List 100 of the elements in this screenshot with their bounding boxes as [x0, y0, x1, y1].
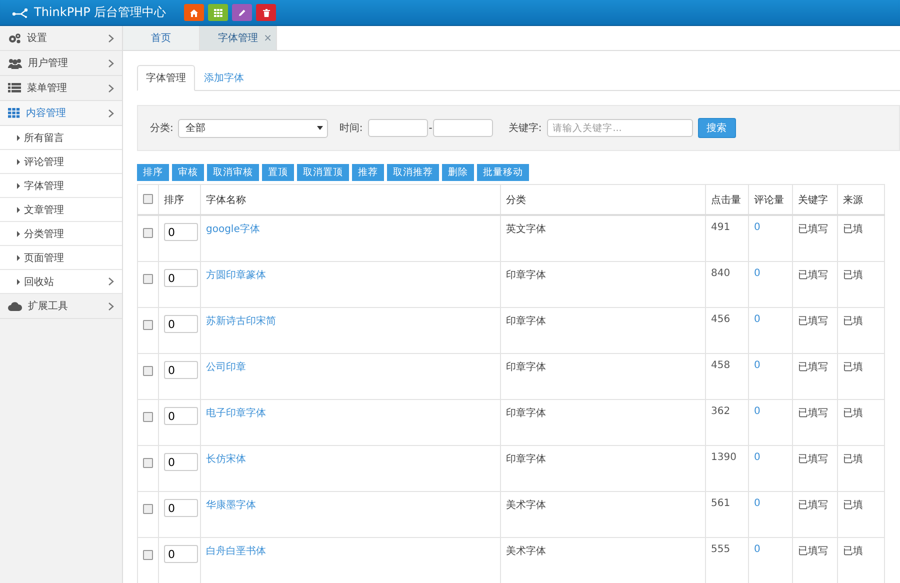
row-checkbox[interactable] [143, 320, 153, 330]
subitem-label: 所有留言 [24, 132, 64, 144]
sidebar-subitem[interactable]: 评论管理 [0, 150, 122, 174]
sidebar-label: 用户管理 [28, 56, 69, 70]
font-name-link[interactable]: 白舟白垩书体 [206, 546, 266, 557]
row-checkbox[interactable] [143, 228, 153, 238]
keyword-cell: 已填写 [798, 362, 828, 373]
keyword-cell: 已填写 [798, 316, 828, 327]
category-select[interactable]: 全部 [178, 118, 328, 138]
font-name-link[interactable]: google字体 [206, 224, 260, 235]
column-header: 字体名称 [206, 194, 246, 206]
clicks-cell: 555 [711, 544, 730, 555]
sidebar-subitem[interactable]: 字体管理 [0, 174, 122, 198]
row-checkbox[interactable] [143, 274, 153, 284]
font-name-link[interactable]: 长仿宋体 [206, 454, 246, 465]
font-name-link[interactable]: 苏新诗古印宋简 [206, 316, 276, 327]
page-tab[interactable]: 字体管理 × [200, 26, 277, 50]
sort-field[interactable]: 0 [164, 223, 198, 241]
trash-button[interactable] [256, 4, 276, 21]
caret-icon [17, 230, 20, 236]
comments-link[interactable]: 0 [754, 452, 760, 463]
category-cell: 美术字体 [506, 546, 546, 557]
close-icon[interactable]: × [264, 32, 272, 44]
clicks-cell: 561 [711, 498, 730, 509]
comments-link[interactable]: 0 [754, 268, 760, 279]
action-button[interactable]: 删除 [442, 164, 474, 181]
action-button[interactable]: 置顶 [262, 164, 294, 181]
action-button[interactable]: 取消审核 [207, 164, 259, 181]
chevron-right-icon [108, 58, 114, 68]
grid-button[interactable] [208, 4, 228, 21]
sidebar-subitem[interactable]: 文章管理 [0, 198, 122, 222]
action-button[interactable]: 排序 [137, 164, 169, 181]
clicks-cell: 362 [711, 406, 730, 417]
row-checkbox[interactable] [143, 550, 153, 560]
font-name-link[interactable]: 公司印章 [206, 362, 246, 373]
comments-link[interactable]: 0 [754, 498, 760, 509]
caret-icon [17, 278, 20, 284]
sort-field[interactable]: 0 [164, 545, 198, 563]
app-title: ThinkPHP 后台管理中心 [34, 4, 166, 21]
home-button[interactable] [184, 4, 204, 21]
start-date-field[interactable] [368, 119, 428, 137]
clicks-cell: 1390 [711, 452, 736, 463]
column-header: 评论量 [754, 194, 784, 206]
clicks-cell: 456 [711, 314, 730, 325]
clicks-cell: 840 [711, 268, 730, 279]
row-checkbox[interactable] [143, 366, 153, 376]
end-date-field[interactable] [433, 119, 494, 137]
sort-field[interactable]: 0 [164, 361, 198, 379]
list-icon [8, 83, 21, 93]
font-name-link[interactable]: 方圆印章篆体 [206, 270, 266, 281]
sort-field[interactable]: 0 [164, 407, 198, 425]
category-cell: 印章字体 [506, 454, 546, 465]
search-button[interactable]: 搜索 [698, 118, 736, 138]
sidebar-subitem[interactable]: 所有留言 [0, 126, 122, 150]
action-button[interactable]: 审核 [172, 164, 204, 181]
chevron-right-icon [108, 302, 114, 310]
sidebar-item[interactable]: 内容管理 [0, 101, 122, 126]
content-tab[interactable]: 字体管理 [137, 65, 195, 91]
gears-icon [8, 32, 21, 44]
comments-link[interactable]: 0 [754, 222, 760, 233]
sidebar-label: 扩展工具 [28, 300, 69, 313]
action-button[interactable]: 取消推荐 [387, 164, 439, 181]
clicks-cell: 491 [711, 222, 730, 233]
time-label: 时间: [339, 122, 363, 135]
sort-field[interactable]: 0 [164, 453, 198, 471]
source-cell: 已填 [843, 546, 863, 557]
keyword-cell: 已填写 [798, 546, 828, 557]
row-checkbox[interactable] [143, 504, 153, 514]
action-button[interactable]: 取消置顶 [297, 164, 349, 181]
tab-label: 首页 [151, 32, 171, 45]
row-checkbox[interactable] [143, 412, 153, 422]
sort-field[interactable]: 0 [164, 499, 198, 517]
font-name-link[interactable]: 电子印章字体 [206, 408, 266, 419]
date-separator: - [428, 122, 432, 134]
select-all-checkbox[interactable] [143, 194, 153, 204]
action-button[interactable]: 批量移动 [477, 164, 529, 181]
category-cell: 印章字体 [506, 362, 546, 373]
action-button[interactable]: 推荐 [352, 164, 384, 181]
subitem-label: 分类管理 [24, 228, 64, 240]
comments-link[interactable]: 0 [754, 544, 760, 555]
font-name-link[interactable]: 华康墨字体 [206, 500, 256, 511]
sidebar-subitem[interactable]: 分类管理 [0, 222, 122, 246]
source-cell: 已填 [843, 408, 863, 419]
keyword-field[interactable]: 请输入关键字... [546, 119, 693, 137]
content-tab[interactable]: 添加字体 [195, 65, 253, 91]
comments-link[interactable]: 0 [754, 406, 760, 417]
sidebar-subitem[interactable]: 页面管理 [0, 246, 122, 270]
comments-link[interactable]: 0 [754, 360, 760, 371]
subitem-label: 回收站 [24, 276, 54, 288]
sidebar-subitem[interactable]: 回收站 [0, 270, 122, 294]
page-tab[interactable]: 首页 [123, 26, 200, 50]
sort-field[interactable]: 0 [164, 269, 198, 287]
edit-button[interactable] [232, 4, 252, 21]
chevron-right-icon [108, 277, 114, 286]
comments-link[interactable]: 0 [754, 314, 760, 325]
sort-field[interactable]: 0 [164, 315, 198, 333]
dropdown-caret-icon [317, 126, 324, 130]
row-checkbox[interactable] [143, 458, 153, 468]
users-icon [8, 58, 22, 68]
subitem-label: 文章管理 [24, 204, 64, 216]
